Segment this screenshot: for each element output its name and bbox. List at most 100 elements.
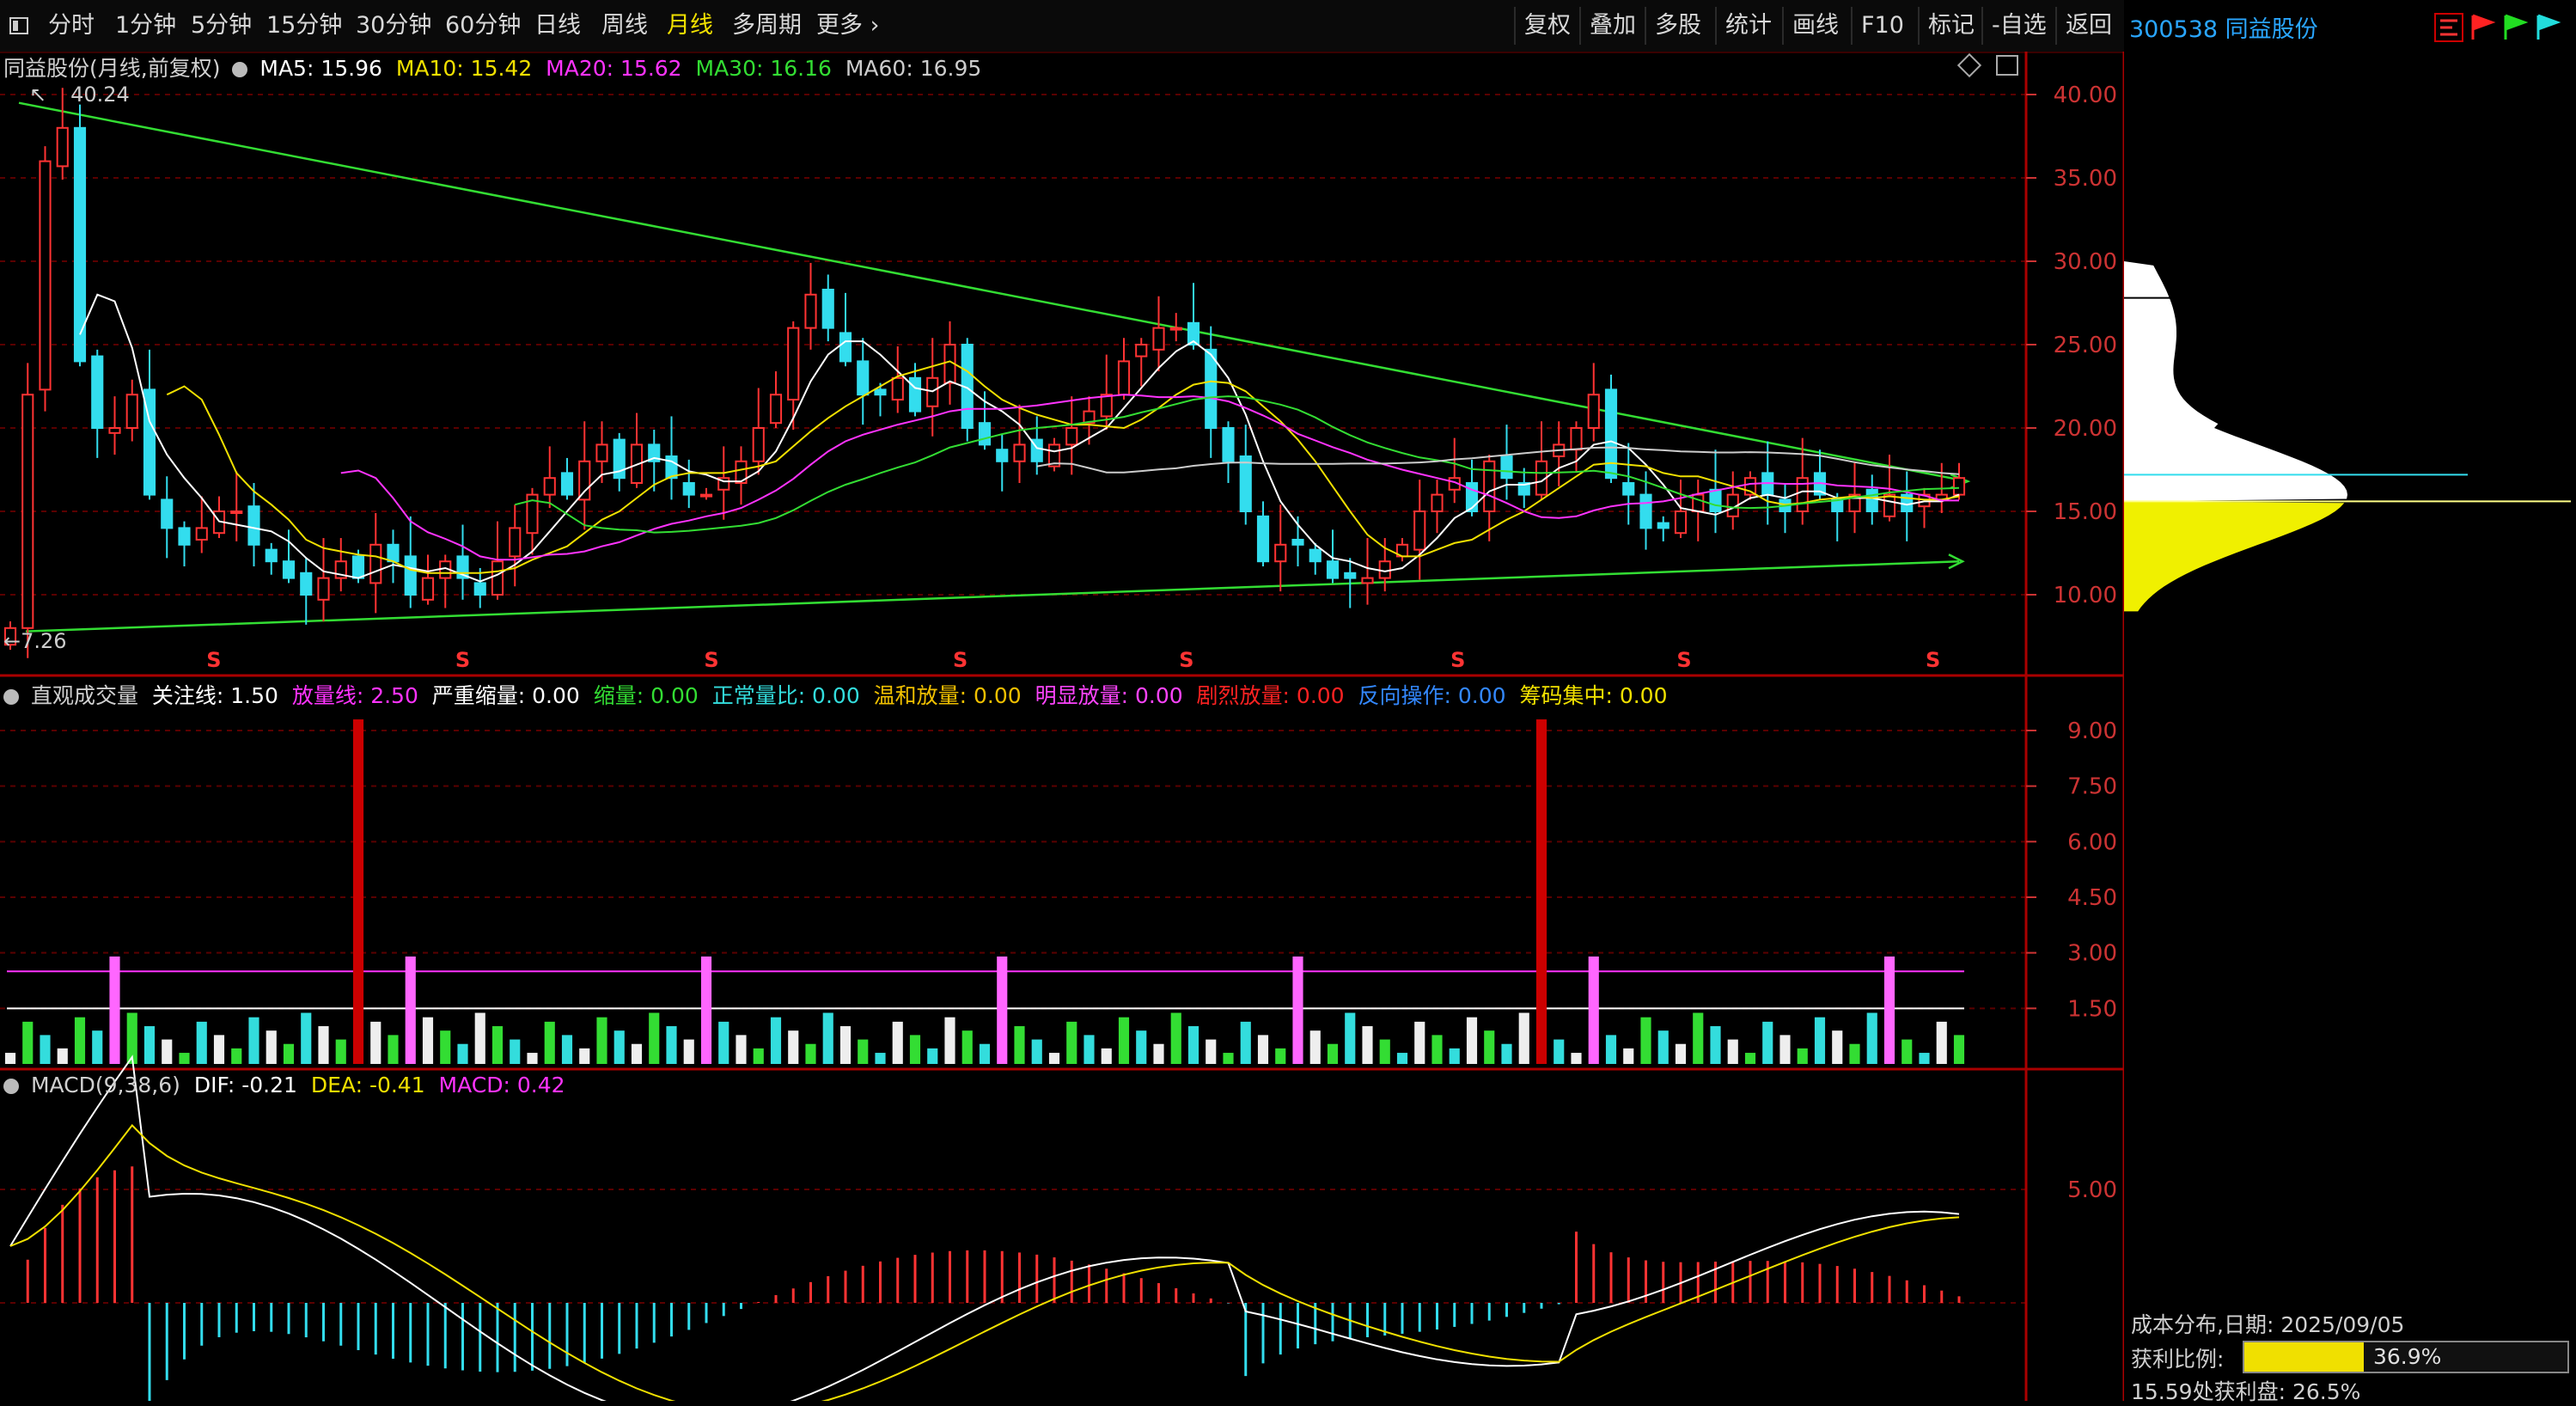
candlestick — [1952, 462, 1966, 500]
price-axis-label: 35.00 — [2054, 166, 2117, 192]
adjust-button[interactable]: 复权 — [1514, 7, 1579, 45]
volume-bar — [997, 956, 1008, 1064]
cost-chart-icon[interactable] — [2434, 13, 2463, 42]
statistics-button[interactable]: 统计 — [1715, 7, 1780, 45]
volume-bar — [405, 956, 416, 1064]
period-tab-60min[interactable]: 60分钟 — [442, 9, 524, 43]
volume-bar — [1623, 1048, 1634, 1064]
macd-dif-line — [9, 1054, 1960, 1401]
diamond-icon[interactable] — [1956, 52, 1982, 78]
period-tab-daily[interactable]: 日线 — [531, 9, 584, 43]
period-tab-more[interactable]: 更多 › — [813, 9, 882, 43]
settings-dot-icon[interactable] — [3, 689, 19, 705]
volume-axis-label: 3.00 — [2067, 941, 2117, 967]
volume-bar — [1727, 1039, 1738, 1064]
candlestick — [1117, 338, 1131, 400]
volume-bar — [1257, 1035, 1269, 1064]
candlestick — [178, 521, 191, 567]
volume-bar — [1744, 1053, 1756, 1064]
draw-line-button[interactable]: 画线 — [1782, 7, 1847, 45]
flag-green-icon[interactable] — [2504, 14, 2529, 40]
candlestick — [978, 391, 992, 450]
trendline-lower — [25, 559, 1960, 633]
stock-code-name[interactable]: 300538 同益股份 — [2129, 10, 2318, 44]
volume-bar — [527, 1053, 538, 1064]
ma10-label: MA10: 15.42 — [395, 56, 533, 81]
volume-bar — [143, 1026, 156, 1064]
volume-bar — [875, 1053, 886, 1064]
period-tab-intraday[interactable]: 分时 — [45, 9, 98, 43]
panel-toggle-icon[interactable] — [1996, 55, 2019, 76]
period-tab-1min[interactable]: 1分钟 — [112, 9, 180, 43]
volume-bar — [631, 1043, 643, 1064]
candlestick — [282, 529, 296, 584]
volume-bar — [1849, 1043, 1860, 1064]
candlestick — [108, 396, 121, 455]
volume-bar — [1554, 1039, 1565, 1064]
candlestick — [195, 496, 208, 553]
volume-bar — [1327, 1043, 1339, 1064]
flag-cyan-icon[interactable] — [2536, 14, 2561, 40]
profit-ratio-bar: 36.9% — [2243, 1341, 2569, 1373]
period-tab-multi[interactable]: 多周期 — [729, 9, 805, 43]
candlestick — [91, 349, 104, 458]
high-price-annotation: ↖ 40.24 — [29, 83, 130, 107]
candlestick — [1169, 313, 1182, 342]
settings-dot-icon[interactable] — [3, 1079, 19, 1094]
stock-code: 300538 — [2129, 16, 2219, 43]
volume-bar — [1066, 1021, 1077, 1064]
mark-button[interactable]: 标记 — [1918, 7, 1983, 45]
price-axis-label: 20.00 — [2054, 416, 2117, 442]
period-tab-monthly[interactable]: 月线 — [663, 9, 717, 43]
period-tab-5min[interactable]: 5分钟 — [187, 9, 255, 43]
cost-distribution-chart[interactable] — [2124, 52, 2576, 1306]
volume-bar — [1014, 1026, 1025, 1064]
period-tab-15min[interactable]: 15分钟 — [263, 9, 345, 43]
candlestick — [317, 538, 330, 622]
price-axis-label: 40.00 — [2054, 83, 2117, 108]
signal-s-marker: S — [1926, 648, 1940, 672]
candlestick — [21, 363, 34, 658]
main-panel-title[interactable]: 同益股份(月线,前复权) — [3, 56, 220, 81]
macd-panel-title[interactable]: MACD(9,38,6) — [31, 1073, 180, 1097]
candlestick — [821, 274, 834, 342]
volume-bar — [1118, 1017, 1130, 1064]
settings-dot-icon[interactable] — [232, 62, 248, 77]
volume-bar — [1710, 1026, 1721, 1064]
volume-bar — [1414, 1021, 1425, 1064]
candlestick — [1239, 425, 1252, 525]
candlestick — [1865, 474, 1878, 525]
watchlist-button[interactable]: -自选 — [1981, 7, 2055, 45]
period-tab-weekly[interactable]: 周线 — [598, 9, 651, 43]
vol-normal-ratio: 正常量比: 0.00 — [711, 683, 860, 708]
volume-bar — [422, 1017, 434, 1064]
volume-panel-title[interactable]: 直观成交量 — [31, 683, 138, 708]
kline-chart-area[interactable]: S S S S S S S S 40.00 35.00 30.00 25.00 20.00 15.00 1… — [0, 52, 2124, 1401]
macd-dea-label: DEA: -0.41 — [310, 1073, 425, 1097]
volume-bar — [927, 1048, 938, 1064]
window-icon[interactable] — [5, 9, 33, 43]
overlay-button[interactable]: 叠加 — [1579, 7, 1645, 45]
vol-chip-concentration: 筹码集中: 0.00 — [1519, 683, 1668, 708]
volume-bar — [1919, 1053, 1930, 1064]
signal-s-marker: S — [1179, 648, 1193, 672]
signal-s-marker: S — [953, 648, 968, 672]
volume-bar — [666, 1026, 677, 1064]
candlestick — [996, 434, 1009, 492]
multi-stock-button[interactable]: 多股 — [1645, 7, 1710, 45]
candlestick — [735, 446, 748, 505]
f10-button[interactable]: F10 — [1851, 7, 1913, 45]
volume-bar — [1640, 1017, 1651, 1064]
period-tab-30min[interactable]: 30分钟 — [352, 9, 435, 43]
candlestick — [1587, 363, 1600, 442]
volume-bar — [4, 1053, 16, 1064]
stock-name: 同益股份 — [2225, 16, 2318, 43]
flag-red-icon[interactable] — [2471, 14, 2496, 40]
volume-bar — [1345, 1012, 1356, 1064]
candlestick — [613, 432, 626, 492]
candlestick — [1604, 374, 1618, 484]
vol-reverse-op: 反向操作: 0.00 — [1358, 683, 1506, 708]
volume-bar — [718, 1021, 729, 1064]
back-button[interactable]: 返回 — [2055, 7, 2121, 45]
ma30-label: MA30: 16.16 — [695, 56, 832, 81]
